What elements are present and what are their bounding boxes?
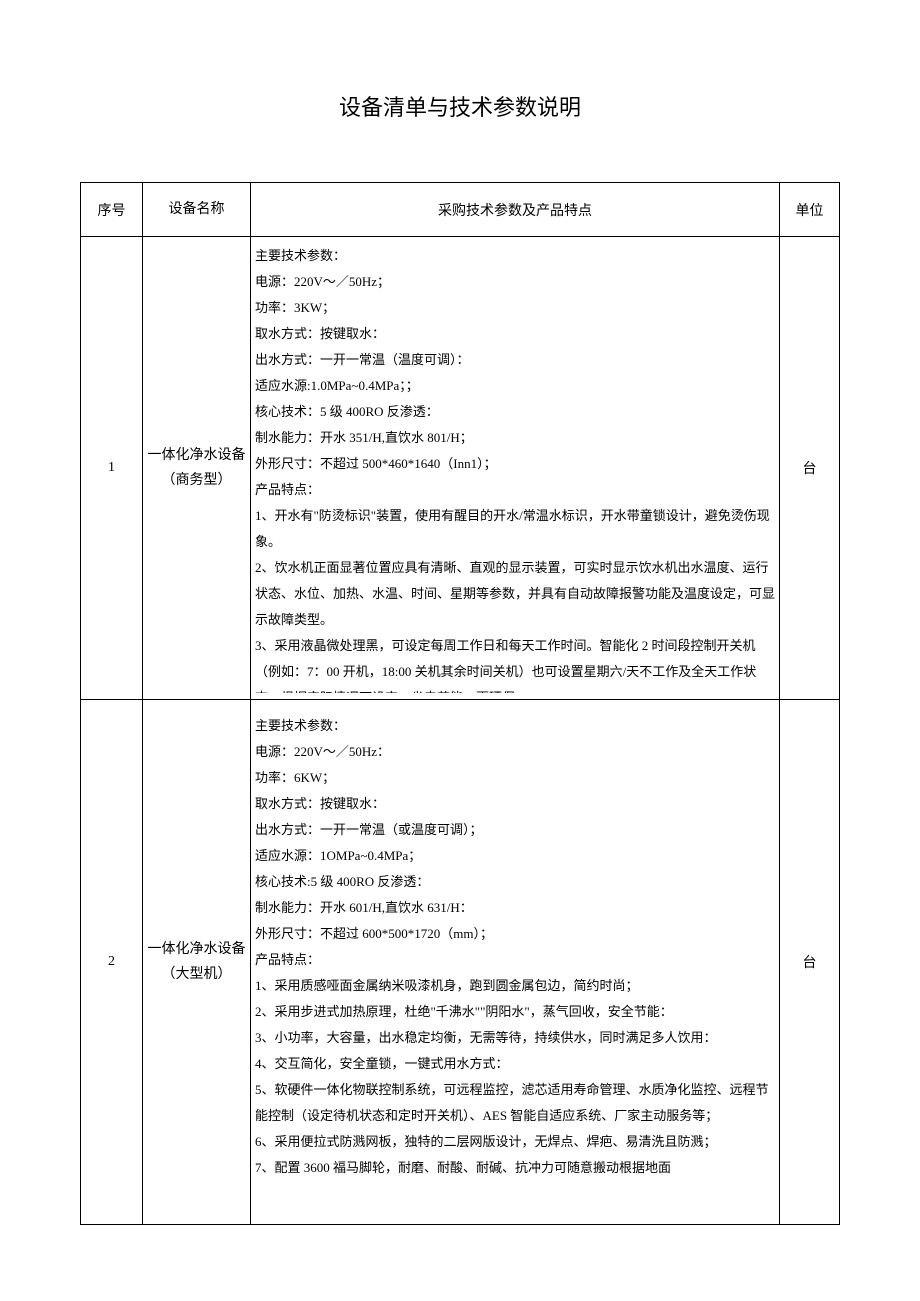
cell-name: 一体化净水设备 （大型机）: [143, 700, 251, 1225]
spec-content: 主要技术参数： 电源：220V～／50Hz； 功率：3KW； 取水方式：按键取水…: [255, 243, 775, 693]
spec-line: 6、采用便拉式防溅网板，独特的二层网版设计，无焊点、焊疤、易清洗且防溅；: [255, 1129, 775, 1155]
header-seq: 序号: [81, 183, 143, 237]
spec-line: 出水方式：一开一常温（温度可调）：: [255, 347, 775, 373]
page-title: 设备清单与技术参数说明: [80, 90, 840, 122]
spec-line: 1、采用质感哑面金属纳米吸漆机身，跑到圆金属包边，简约时尚；: [255, 973, 775, 999]
spec-line: 3、小功率，大容量，出水稳定均衡，无需等待，持续供水，同时满足多人饮用：: [255, 1025, 775, 1051]
spec-line: 主要技术参数：: [255, 243, 775, 269]
header-name: 设备名称: [143, 183, 251, 237]
spec-line: 5、软硬件一体化物联控制系统，可远程监控，滤芯适用寿命管理、水质净化监控、远程节…: [255, 1077, 775, 1129]
spec-line: 4、交互简化，安全童锁，一键式用水方式：: [255, 1051, 775, 1077]
spec-line: 制水能力：开水 351/H,直饮水 801/H；: [255, 425, 775, 451]
spec-line: 核心技术：5 级 400RO 反渗透：: [255, 399, 775, 425]
spec-line: 7、配置 3600 福马脚轮，耐磨、耐酸、耐碱、抗冲力可随意搬动根据地面: [255, 1155, 775, 1181]
cell-seq: 2: [81, 700, 143, 1225]
spec-line: 主要技术参数：: [255, 713, 775, 739]
cell-spec: 主要技术参数： 电源：220V～／50Hz； 功率：3KW； 取水方式：按键取水…: [251, 237, 780, 700]
equipment-table: 序号 设备名称 采购技术参数及产品特点 单位 1 一体化净水设备 （商务型） 主…: [80, 182, 840, 1225]
spec-line: 1、开水有"防烫标识"装置，使用有醒目的开水/常温水标识，开水带童锁设计，避免烫…: [255, 503, 775, 555]
spec-line: 制水能力：开水 601/H,直饮水 631/H：: [255, 895, 775, 921]
spec-line: 取水方式：按键取水：: [255, 321, 775, 347]
name-line: 一体化净水设备: [148, 448, 246, 463]
cell-name: 一体化净水设备 （商务型）: [143, 237, 251, 700]
spec-line: 产品特点：: [255, 477, 775, 503]
table-row: 1 一体化净水设备 （商务型） 主要技术参数： 电源：220V～／50Hz； 功…: [81, 237, 840, 700]
cell-seq: 1: [81, 237, 143, 700]
spec-line: 产品特点：: [255, 947, 775, 973]
spec-line: 功率：3KW；: [255, 295, 775, 321]
header-unit: 单位: [780, 183, 840, 237]
spec-content: 主要技术参数： 电源：220V～／50Hz： 功率：6KW； 取水方式：按键取水…: [255, 713, 775, 1181]
spec-line: 电源：220V～／50Hz：: [255, 739, 775, 765]
spec-line: 2、采用步进式加热原理，杜绝"千沸水""阴阳水"，蒸气回收，安全节能：: [255, 999, 775, 1025]
spec-line: 外形尺寸：不超过 600*500*1720（mm）；: [255, 921, 775, 947]
name-line: 一体化净水设备: [148, 942, 246, 957]
spec-line: 取水方式：按键取水：: [255, 791, 775, 817]
spec-line: 功率：6KW；: [255, 765, 775, 791]
cell-unit: 台: [780, 700, 840, 1225]
table-header-row: 序号 设备名称 采购技术参数及产品特点 单位: [81, 183, 840, 237]
spec-line: 3、采用液晶微处理黑，可设定每周工作日和每天工作时间。智能化 2 时间段控制开关…: [255, 633, 775, 693]
header-spec: 采购技术参数及产品特点: [251, 183, 780, 237]
cell-spec: 主要技术参数： 电源：220V～／50Hz： 功率：6KW； 取水方式：按键取水…: [251, 700, 780, 1225]
spec-line: 核心技术:5 级 400RO 反渗透：: [255, 869, 775, 895]
spec-line: 适应水源:1.0MPa~0.4MPa；；: [255, 373, 775, 399]
cell-unit: 台: [780, 237, 840, 700]
spec-line: 出水方式：一开一常温（或温度可调）；: [255, 817, 775, 843]
spec-line: 2、饮水机正面显著位置应具有清晰、直观的显示装置，可实时显示饮水机出水温度、运行…: [255, 555, 775, 633]
spec-line: 电源：220V～／50Hz；: [255, 269, 775, 295]
name-line: （大型机）: [162, 967, 232, 982]
table-row: 2 一体化净水设备 （大型机） 主要技术参数： 电源：220V～／50Hz： 功…: [81, 700, 840, 1225]
spec-line: 外形尺寸：不超过 500*460*1640（Inn1）；: [255, 451, 775, 477]
spec-line: 适应水源：1OMPa~0.4MPa；: [255, 843, 775, 869]
name-line: （商务型）: [162, 473, 232, 488]
